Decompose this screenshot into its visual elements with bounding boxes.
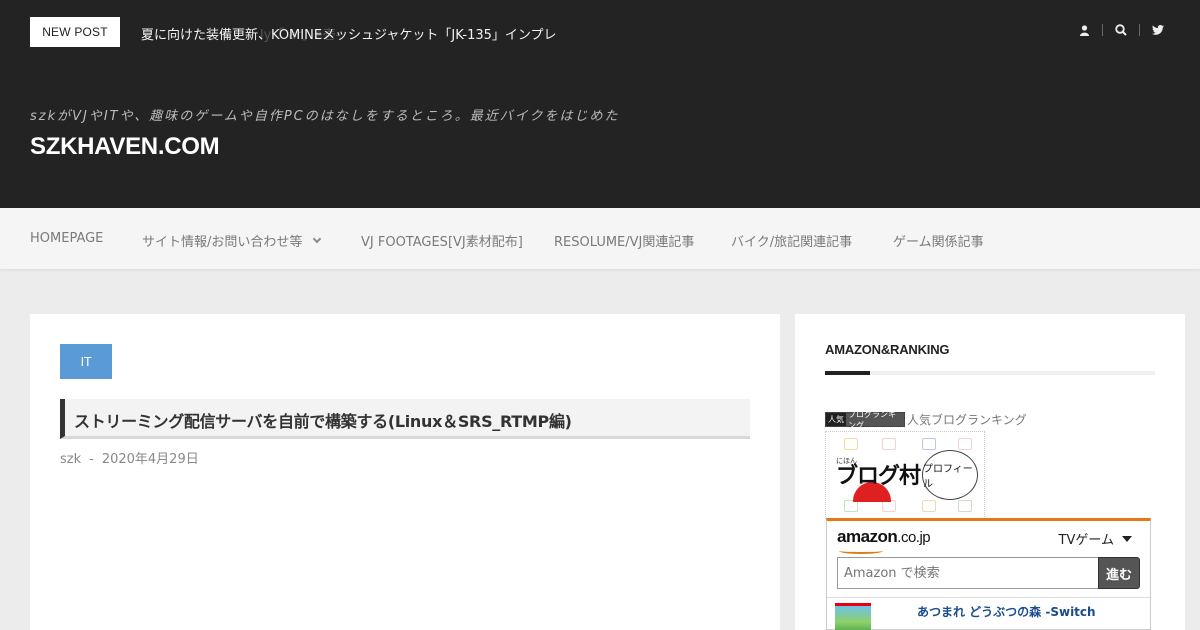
nav-item-label: VJ FOOTAGES[VJ素材配布] [361,235,523,250]
search-icon[interactable] [1107,20,1135,40]
post-meta: szk -2020年4月29日 [60,448,199,467]
post-title: ストリーミング配信サーバを自前で構築する(Linux＆SRS_RTMP編) [74,412,572,431]
post-date: 2020年4月29日 [101,452,199,467]
post-title-box: ストリーミング配信サーバを自前で構築する(Linux＆SRS_RTMP編) [60,399,750,439]
site-tagline: szkがVJやITや、趣味のゲームや自作PCのはなしをするところ。最近バイクをは… [30,109,620,124]
document-icon [922,438,936,450]
widget-title: AMAZON&RANKING [825,342,950,357]
amazon-go-button[interactable]: 進む [1098,557,1140,589]
icon-divider [1139,24,1140,36]
image-icon [958,500,972,512]
main-navigation: HOMEPAGE サイト情報/お問い合わせ等 VJ FOOTAGES[VJ素材配… [0,208,1200,269]
amazon-smile-icon [839,548,883,554]
nav-item-label: バイク/旅記関連記事 [731,235,853,250]
nav-item-resolume[interactable]: RESOLUME/VJ関連記事 [554,231,694,250]
thumbs-up-icon [922,500,936,512]
chevron-down-icon [313,234,322,243]
amazon-category-label: TVゲーム [1058,533,1114,548]
ranking-banner-image: 人気 ブログランキング [825,410,905,430]
post-card: IT ストリーミング配信サーバを自前で構築する(Linux＆SRS_RTMP編)… [30,314,780,630]
nav-item-games[interactable]: ゲーム関係記事 [893,231,984,250]
site-header: NEW POST ly「 ar」e壱- 夏に向けた装備更新、KOMINEメッシュ… [0,0,1200,208]
profile-bubble: プロフィール [922,450,978,500]
nav-item-site-info[interactable]: サイト情報/お問い合わせ等 [142,231,322,250]
product-thumbnail[interactable] [835,603,871,630]
ranking-text: 人気ブログランキング [907,413,1027,427]
new-post-badge: NEW POST [30,17,120,47]
widget-title-underline [825,371,1155,375]
pencil-icon [958,438,972,450]
site-title-link[interactable]: SZKHAVEN.COM [30,133,220,161]
new-post-ticker-link[interactable]: 夏に向けた装備更新、KOMINEメッシュジャケット「JK-135」インプレ [141,24,557,43]
amazon-logo: amazon.co.jp [837,527,931,546]
sidebar-widget: AMAZON&RANKING 人気 ブログランキング 人気ブログランキング にほ… [795,314,1185,630]
meta-separator: - [89,452,94,467]
amazon-category-select[interactable]: TVゲーム [1059,529,1132,548]
amazon-search-widget: amazon.co.jp TVゲーム 進む あつまれ どうぶつの森 -Switc… [826,518,1151,630]
header-icon-bar [1070,20,1172,40]
category-badge[interactable]: IT [60,344,112,379]
twitter-icon[interactable] [1144,20,1172,40]
crown-icon [844,438,858,450]
caret-down-icon [1122,535,1132,542]
nav-item-label: RESOLUME/VJ関連記事 [554,235,695,250]
blogmura-logo-text: ブログ村 [836,464,921,489]
amazon-search-input[interactable] [837,557,1099,589]
amazon-divider [827,597,1150,598]
widget-title-accent [825,371,870,375]
nav-item-vj-footages[interactable]: VJ FOOTAGES[VJ素材配布] [361,231,523,250]
nav-item-label: HOMEPAGE [30,231,104,246]
blogmura-banner[interactable]: にほん ブログ村 プロフィール [825,431,985,519]
nav-item-homepage[interactable]: HOMEPAGE [30,231,103,246]
nav-item-bike-travel[interactable]: バイク/旅記関連記事 [731,231,852,250]
nav-item-label: ゲーム関係記事 [893,235,984,250]
product-title-link[interactable]: あつまれ どうぶつの森 -Switch [917,603,1096,620]
document-icon [882,438,896,450]
icon-divider [1102,24,1103,36]
nav-item-label: サイト情報/お問い合わせ等 [142,235,303,250]
post-author[interactable]: szk [60,452,81,467]
ranking-link[interactable]: 人気 ブログランキング 人気ブログランキング [825,410,1027,430]
user-icon[interactable] [1070,20,1098,40]
